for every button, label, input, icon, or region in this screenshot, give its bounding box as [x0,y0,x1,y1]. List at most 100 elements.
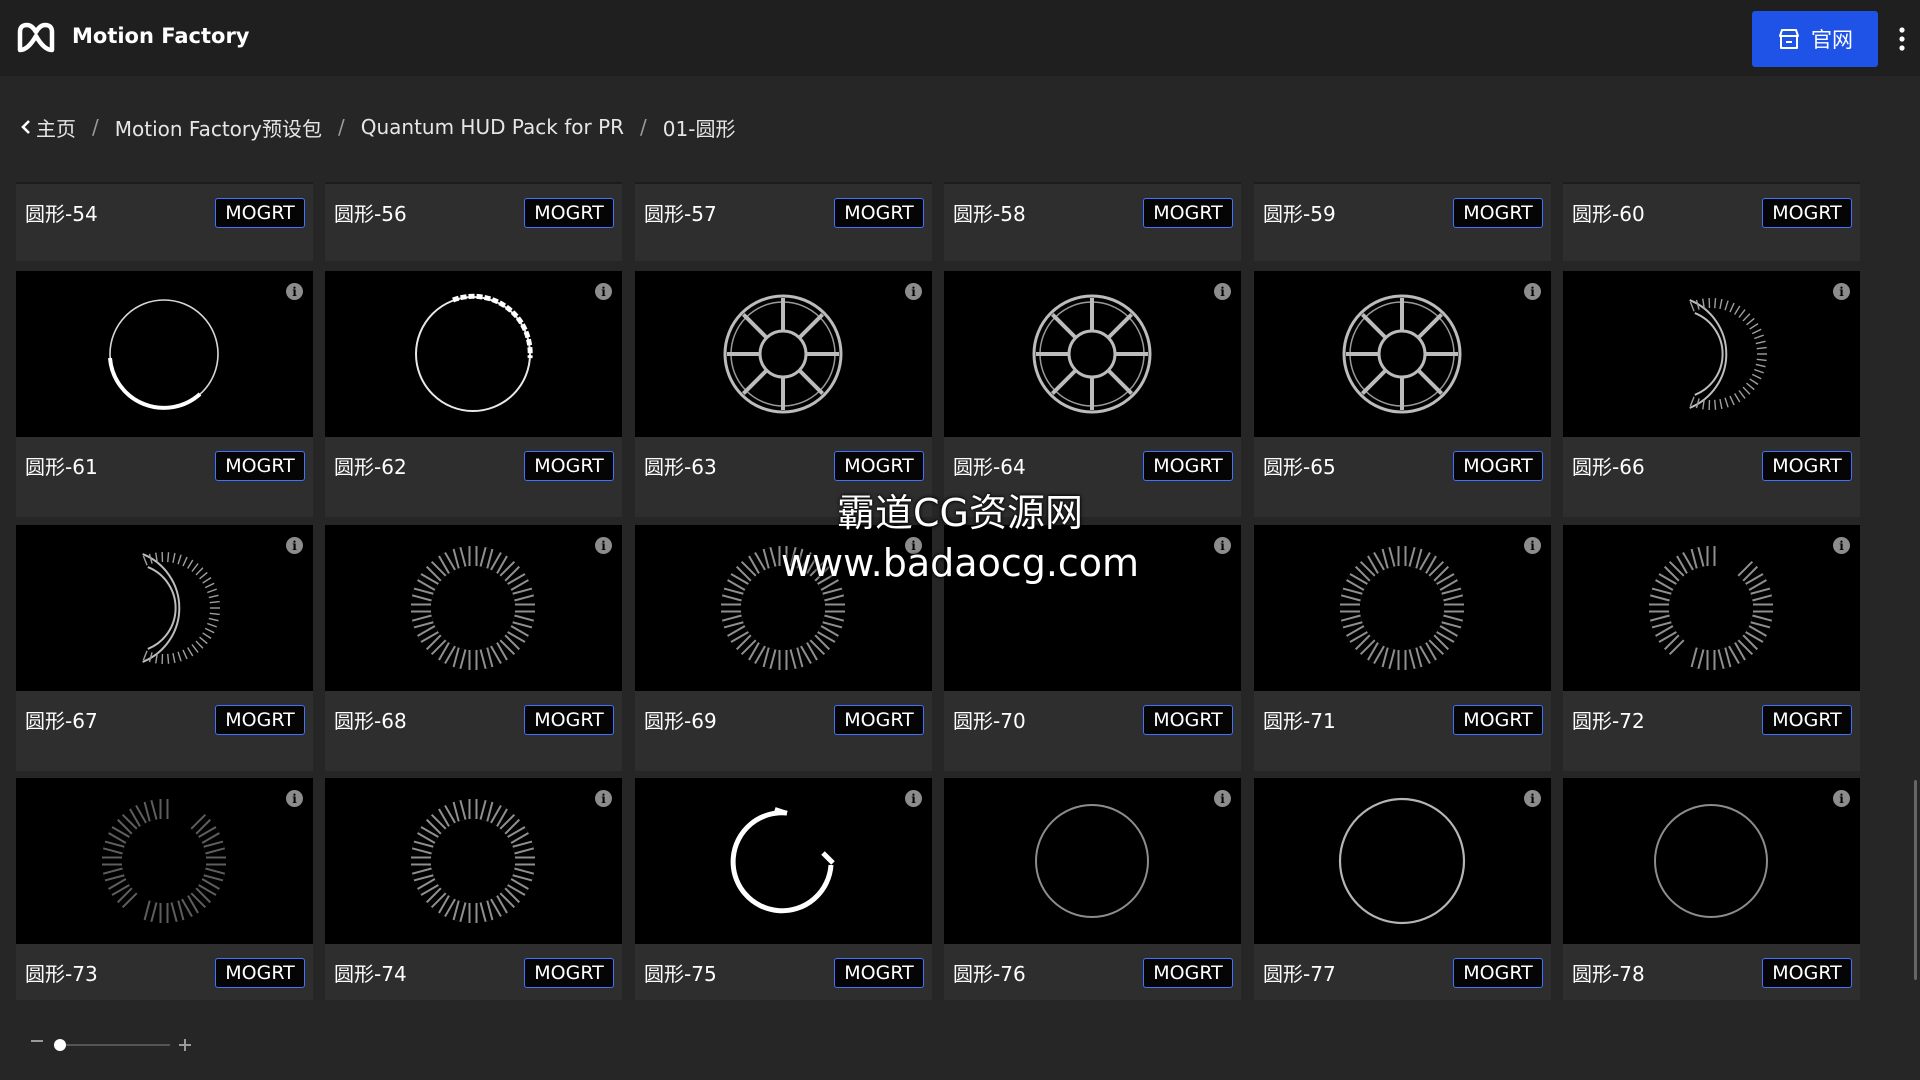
scrollbar[interactable] [1914,780,1917,980]
mogrt-badge[interactable]: MOGRT [215,958,305,988]
mogrt-badge[interactable]: MOGRT [1453,958,1543,988]
mogrt-badge[interactable]: MOGRT [524,958,614,988]
mogrt-badge[interactable]: MOGRT [1762,198,1852,228]
info-icon[interactable]: i [595,537,612,554]
info-icon[interactable]: i [1524,283,1541,300]
preset-preview[interactable]: i [635,778,932,944]
preset-card[interactable]: 圆形-54 MOGRT [16,182,313,261]
watermark-url: www.badaocg.com [780,541,1140,585]
preset-preview[interactable]: i [635,271,932,437]
preset-name: 圆形-78 [1572,962,1645,986]
preset-name: 圆形-58 [953,202,1026,226]
preset-preview[interactable]: i [325,778,622,944]
preset-preview[interactable]: i [1563,778,1860,944]
preset-preview[interactable]: i [325,271,622,437]
mogrt-badge[interactable]: MOGRT [1453,198,1543,228]
circle-preview-graphic [411,799,535,923]
mogrt-badge[interactable]: MOGRT [524,198,614,228]
preset-name: 圆形-54 [25,202,98,226]
mogrt-badge[interactable]: MOGRT [1762,958,1852,988]
preset-preview[interactable]: i [325,525,622,691]
preset-name: 圆形-73 [25,962,98,986]
preset-card[interactable]: i 圆形-73 MOGRT [16,778,313,1024]
circle-preview-graphic [1654,804,1768,918]
info-icon[interactable]: i [1214,790,1231,807]
preset-card[interactable]: i 圆形-61 MOGRT [16,271,313,517]
info-icon[interactable]: i [1524,537,1541,554]
preset-card[interactable]: i 圆形-71 MOGRT [1254,525,1551,771]
mogrt-badge[interactable]: MOGRT [834,198,924,228]
preset-preview[interactable]: i [1563,525,1860,691]
info-icon[interactable]: i [1833,790,1850,807]
mogrt-badge[interactable]: MOGRT [1143,451,1233,481]
preset-card[interactable]: 圆形-59 MOGRT [1254,182,1551,261]
preset-card[interactable]: i 圆形-68 MOGRT [325,525,622,771]
preset-name: 圆形-68 [334,709,407,733]
preset-name: 圆形-65 [1263,455,1336,479]
preset-preview[interactable]: i [1254,525,1551,691]
mogrt-badge[interactable]: MOGRT [1143,198,1233,228]
mogrt-badge[interactable]: MOGRT [215,705,305,735]
preset-card[interactable]: 圆形-57 MOGRT [635,182,932,261]
zoom-slider-handle[interactable] [53,1039,66,1051]
preset-preview[interactable]: i [16,271,313,437]
preset-card[interactable]: i 圆形-75 MOGRT [635,778,932,1024]
info-icon[interactable]: i [286,790,303,807]
preset-card[interactable]: i 圆形-63 MOGRT [635,271,932,517]
info-icon[interactable]: i [595,283,612,300]
circle-preview-graphic [1689,298,1767,410]
mogrt-badge[interactable]: MOGRT [1143,705,1233,735]
preset-preview[interactable]: i [944,778,1241,944]
info-icon[interactable]: i [1214,283,1231,300]
info-icon[interactable]: i [1214,537,1231,554]
preset-card[interactable]: i 圆形-64 MOGRT [944,271,1241,517]
preset-preview[interactable]: i [1563,271,1860,437]
mogrt-badge[interactable]: MOGRT [834,705,924,735]
circle-preview-graphic [415,293,533,412]
mogrt-badge[interactable]: MOGRT [215,451,305,481]
preset-preview[interactable]: i [16,525,313,691]
preset-card[interactable]: i 圆形-78 MOGRT [1563,778,1860,1024]
info-icon[interactable]: i [905,283,922,300]
zoom-in-icon[interactable] [178,1038,192,1052]
preset-name: 圆形-74 [334,962,407,986]
info-icon[interactable]: i [595,790,612,807]
mogrt-badge[interactable]: MOGRT [1453,705,1543,735]
info-icon[interactable]: i [1524,790,1541,807]
preset-card[interactable]: i 圆形-62 MOGRT [325,271,622,517]
mogrt-badge[interactable]: MOGRT [215,198,305,228]
info-icon[interactable]: i [286,283,303,300]
preset-preview[interactable]: i [1254,271,1551,437]
mogrt-badge[interactable]: MOGRT [524,705,614,735]
preset-card[interactable]: i 圆形-65 MOGRT [1254,271,1551,517]
preset-card[interactable]: i 圆形-76 MOGRT [944,778,1241,1024]
preset-name: 圆形-71 [1263,709,1336,733]
info-icon[interactable]: i [286,537,303,554]
preset-card[interactable]: 圆形-58 MOGRT [944,182,1241,261]
circle-preview-graphic [730,807,835,914]
preset-card[interactable]: 圆形-56 MOGRT [325,182,622,261]
preset-card[interactable]: 圆形-60 MOGRT [1563,182,1860,261]
zoom-slider-track[interactable] [54,1044,170,1046]
preset-card[interactable]: i 圆形-74 MOGRT [325,778,622,1024]
mogrt-badge[interactable]: MOGRT [524,451,614,481]
mogrt-badge[interactable]: MOGRT [1143,958,1233,988]
mogrt-badge[interactable]: MOGRT [834,958,924,988]
preset-card[interactable]: i 圆形-66 MOGRT [1563,271,1860,517]
preset-preview[interactable]: i [16,778,313,944]
preset-preview[interactable]: i [944,271,1241,437]
preset-card[interactable]: i 圆形-72 MOGRT [1563,525,1860,771]
mogrt-badge[interactable]: MOGRT [1762,451,1852,481]
info-icon[interactable]: i [905,790,922,807]
circle-preview-graphic [142,552,220,664]
mogrt-badge[interactable]: MOGRT [1762,705,1852,735]
info-icon[interactable]: i [1833,283,1850,300]
mogrt-badge[interactable]: MOGRT [1453,451,1543,481]
preset-preview[interactable]: i [1254,778,1551,944]
preset-name: 圆形-61 [25,455,98,479]
preset-card[interactable]: i 圆形-67 MOGRT [16,525,313,771]
info-icon[interactable]: i [1833,537,1850,554]
mogrt-badge[interactable]: MOGRT [834,451,924,481]
preset-card[interactable]: i 圆形-77 MOGRT [1254,778,1551,1024]
zoom-out-icon[interactable] [30,1034,44,1048]
